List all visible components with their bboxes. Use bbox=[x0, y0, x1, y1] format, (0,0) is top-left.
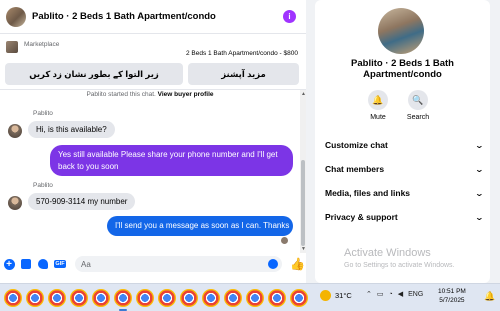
taskbar bbox=[0, 283, 500, 311]
chat-title[interactable]: Pablito · 2 Beds 1 Bath Apartment/condo bbox=[32, 11, 283, 22]
chrome-icon[interactable] bbox=[48, 288, 66, 307]
section-label: Privacy & support bbox=[325, 212, 398, 222]
conversation-info-panel: Pablito · 2 Beds 1 Bath Apartment/condo … bbox=[315, 0, 490, 283]
network-icon[interactable]: ▭ bbox=[377, 290, 384, 298]
screen: Pablito · 2 Beds 1 Bath Apartment/condo … bbox=[0, 0, 500, 311]
more-options-button[interactable]: مزید آپشنز bbox=[188, 63, 299, 85]
chrome-icon[interactable] bbox=[70, 288, 88, 307]
sun-icon bbox=[320, 290, 331, 301]
chat-header: Pablito · 2 Beds 1 Bath Apartment/condo … bbox=[0, 0, 306, 34]
temperature: 31°C bbox=[335, 291, 352, 300]
search-label: Search bbox=[406, 114, 430, 121]
listing-thumbnail[interactable] bbox=[6, 6, 26, 27]
message-input[interactable]: Aa bbox=[75, 256, 282, 272]
message-sender: Pablito bbox=[33, 182, 53, 189]
activate-windows-title: Activate Windows bbox=[344, 247, 431, 259]
avatar[interactable] bbox=[8, 124, 22, 138]
section-chat-members[interactable]: Chat members ⌄ bbox=[325, 159, 485, 179]
wifi-icon[interactable]: ◔ bbox=[389, 291, 393, 298]
search-icon: 🔍 bbox=[408, 90, 428, 110]
activate-windows-subtitle: Go to Settings to activate Windows. bbox=[344, 262, 455, 269]
mute-label: Mute bbox=[370, 114, 386, 121]
chrome-icon[interactable] bbox=[180, 288, 198, 307]
message-bubble-incoming: Hi, is this available? bbox=[28, 121, 115, 138]
chrome-icon[interactable] bbox=[26, 288, 44, 307]
chevron-down-icon: ⌄ bbox=[474, 188, 485, 198]
chevron-down-icon: ⌄ bbox=[474, 212, 485, 222]
section-customize-chat[interactable]: Customize chat ⌄ bbox=[325, 135, 485, 155]
panel-title-line2: Apartment/condo bbox=[363, 69, 442, 81]
mute-button[interactable]: 🔔 Mute bbox=[358, 90, 398, 121]
chrome-icon[interactable] bbox=[136, 288, 154, 307]
chrome-icon[interactable] bbox=[202, 288, 220, 307]
scroll-down-arrow-icon[interactable]: ▼ bbox=[301, 246, 306, 252]
scroll-up-arrow-icon[interactable]: ▲ bbox=[301, 91, 306, 97]
chrome-icon[interactable] bbox=[290, 288, 308, 307]
clock-time: 10:51 PM bbox=[438, 288, 466, 295]
chevron-up-icon[interactable]: ⌃ bbox=[366, 290, 372, 298]
search-button[interactable]: 🔍 Search bbox=[398, 90, 438, 121]
chat-started-text: Pablito started this chat. bbox=[86, 91, 156, 98]
message-bubble-outgoing: I'll send you a message as soon as I can… bbox=[107, 216, 293, 236]
chrome-icon[interactable] bbox=[114, 288, 132, 311]
message-sender: Pablito bbox=[33, 110, 53, 117]
seen-avatar bbox=[281, 237, 288, 244]
chrome-icon[interactable] bbox=[4, 288, 22, 307]
chevron-down-icon: ⌄ bbox=[474, 164, 485, 174]
info-icon[interactable]: i bbox=[283, 10, 296, 23]
chevron-down-icon: ⌄ bbox=[474, 140, 485, 150]
listing-avatar bbox=[378, 8, 424, 54]
bell-icon: 🔔 bbox=[368, 90, 388, 110]
avatar[interactable] bbox=[8, 196, 22, 210]
section-label: Media, files and links bbox=[325, 188, 411, 198]
scrollbar[interactable]: ▲ ▼ bbox=[300, 90, 306, 253]
clock-date: 5/7/2025 bbox=[439, 297, 465, 305]
view-buyer-profile-link[interactable]: View buyer profile bbox=[158, 91, 214, 98]
composer: + GIF Aa 👍 bbox=[0, 253, 306, 275]
weather-widget[interactable]: 31°C bbox=[320, 290, 352, 301]
gif-icon[interactable]: GIF bbox=[54, 258, 66, 270]
section-privacy-support[interactable]: Privacy & support ⌄ bbox=[325, 207, 485, 227]
language-indicator[interactable]: ENG bbox=[408, 291, 423, 298]
chat-started-notice: Pablito started this chat. View buyer pr… bbox=[0, 91, 300, 98]
clock[interactable]: 10:51 PM 5/7/2025 bbox=[438, 287, 466, 305]
panel-title: Pablito · 2 Beds 1 Bath Apartment/condo bbox=[315, 58, 490, 81]
section-label: Chat members bbox=[325, 164, 385, 174]
chrome-icon[interactable] bbox=[158, 288, 176, 307]
notification-bell-icon[interactable]: 🔔 bbox=[484, 291, 495, 302]
message-bubble-incoming: 570-909-3114 my number bbox=[28, 193, 136, 210]
chrome-icon[interactable] bbox=[246, 288, 264, 307]
sticker-icon[interactable] bbox=[37, 258, 49, 270]
volume-icon[interactable]: ◀ bbox=[398, 290, 403, 298]
mark-pending-button[interactable]: زیر التوا کے بطور نشان زد کریں bbox=[5, 63, 183, 85]
marketplace-listing-image[interactable] bbox=[6, 41, 18, 53]
marketplace-label: Marketplace bbox=[24, 41, 60, 48]
chat-pane: Pablito · 2 Beds 1 Bath Apartment/condo … bbox=[0, 0, 306, 283]
chrome-icon[interactable] bbox=[224, 288, 242, 307]
section-label: Customize chat bbox=[325, 140, 388, 150]
chrome-icon[interactable] bbox=[92, 288, 110, 307]
panel-title-line1: Pablito · 2 Beds 1 Bath bbox=[351, 58, 454, 69]
thumbs-up-icon[interactable]: 👍 bbox=[290, 257, 305, 271]
marketplace-listing-title[interactable]: 2 Beds 1 Bath Apartment/condo - $800 bbox=[186, 50, 298, 57]
message-bubble-outgoing: Yes still available Please share your ph… bbox=[50, 145, 293, 177]
section-media-files[interactable]: Media, files and links ⌄ bbox=[325, 183, 485, 203]
scrollbar-thumb[interactable] bbox=[301, 160, 305, 246]
chrome-icon[interactable] bbox=[268, 288, 286, 307]
emoji-icon[interactable] bbox=[268, 259, 278, 269]
plus-icon[interactable]: + bbox=[3, 258, 15, 270]
system-tray: ⌃ ▭ ◔ ◀ ENG bbox=[366, 290, 423, 299]
photo-icon[interactable] bbox=[20, 258, 32, 270]
marketplace-banner: Marketplace 2 Beds 1 Bath Apartment/cond… bbox=[0, 34, 306, 90]
